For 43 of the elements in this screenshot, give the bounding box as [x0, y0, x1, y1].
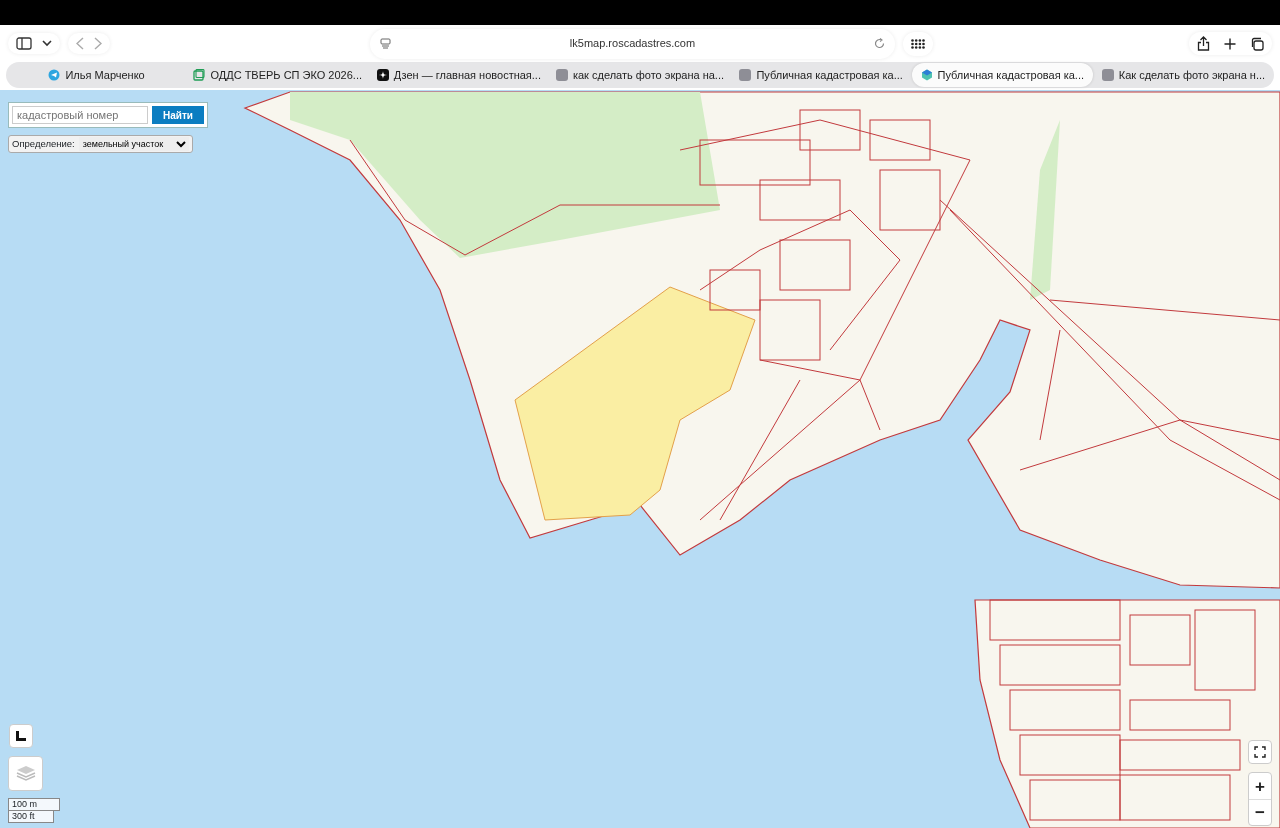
fullscreen-icon: [1254, 746, 1266, 758]
tab-title: Дзен — главная новостная...: [393, 67, 541, 83]
tab-title: Илья Марченко: [65, 67, 145, 83]
site-icon: [1101, 69, 1114, 81]
reader-icon[interactable]: [380, 38, 391, 49]
browser-tab[interactable]: как сделать фото экрана на...: [549, 63, 731, 87]
sidebar-icon[interactable]: [16, 37, 32, 50]
browser-tab[interactable]: Публичная кадастровая ка...: [911, 63, 1093, 87]
definition-select[interactable]: земельный участок: [78, 137, 189, 151]
site-icon: [193, 69, 206, 81]
tab-title: Публичная кадастровая ка...: [756, 67, 903, 83]
browser-tab[interactable]: Дзен — главная новостная...: [368, 63, 550, 87]
zoom-out-button[interactable]: −: [1249, 799, 1271, 825]
scale-label: 100 m: [8, 798, 60, 811]
site-icon: [920, 69, 933, 81]
browser-tab[interactable]: Илья Марченко: [6, 63, 188, 87]
grid-icon[interactable]: [911, 38, 925, 49]
browser-tab[interactable]: Как сделать фото экрана н...: [1092, 63, 1274, 87]
ruler-icon: [15, 730, 27, 742]
layers-icon: [15, 764, 36, 783]
scale-label: 300 ft: [8, 811, 54, 823]
find-button[interactable]: Найти: [152, 106, 204, 124]
site-icon: [739, 69, 752, 81]
browser-tab[interactable]: Публичная кадастровая ка...: [730, 63, 912, 87]
address-text: lk5map.roscadastres.com: [568, 36, 697, 52]
tab-title: ОДДС ТВЕРЬ СП ЭКО 2026...: [210, 67, 362, 83]
ruler-button[interactable]: [9, 724, 33, 748]
chevron-down-icon[interactable]: [42, 40, 52, 47]
tab-title: Публичная кадастровая ка...: [937, 67, 1085, 83]
site-icon: [376, 69, 389, 81]
fullscreen-button[interactable]: [1248, 740, 1272, 764]
zoom-in-button[interactable]: +: [1249, 773, 1271, 799]
tab-title: как сделать фото экрана на...: [572, 67, 725, 83]
tabs-overview-icon[interactable]: [1250, 36, 1264, 51]
new-tab-icon[interactable]: [1224, 37, 1236, 50]
site-icon: [555, 69, 568, 81]
share-icon[interactable]: [1197, 36, 1210, 51]
definition-label: Определение:: [12, 136, 75, 151]
browser-tab[interactable]: ОДДС ТВЕРЬ СП ЭКО 2026...: [187, 63, 369, 87]
reload-icon[interactable]: [874, 38, 885, 49]
tab-title: Как сделать фото экрана н...: [1118, 67, 1266, 83]
cadastral-number-field[interactable]: кадастровый номер: [12, 106, 148, 124]
site-icon: [48, 69, 61, 81]
